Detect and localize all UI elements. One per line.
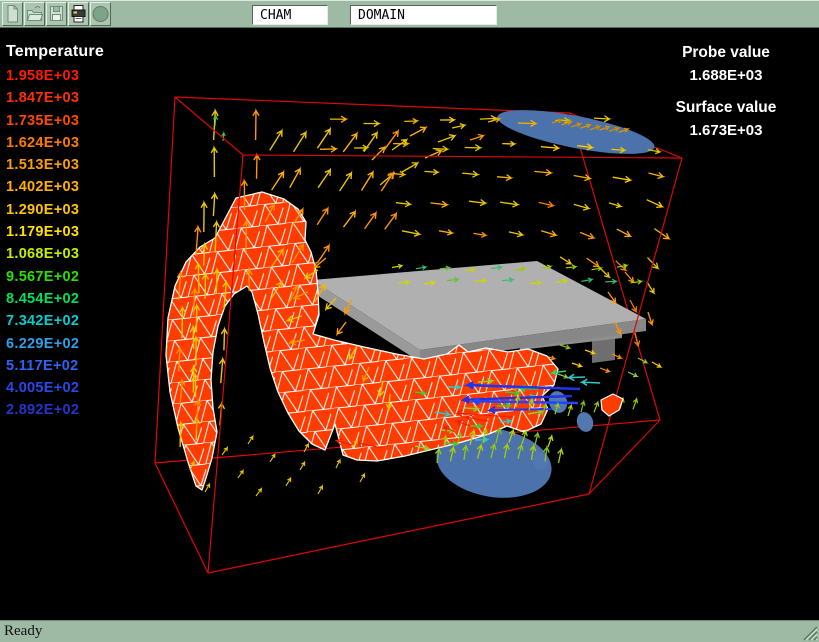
- record-icon: [91, 3, 110, 25]
- surface-value: 1.673E+03: [645, 122, 807, 139]
- save-icon: [47, 3, 66, 25]
- open-folder-icon: [25, 3, 44, 25]
- status-bar: Ready: [0, 620, 819, 642]
- legend-entry: 4.005E+02: [6, 380, 104, 402]
- legend-entry: 5.117E+02: [6, 358, 104, 380]
- viewport-3d[interactable]: Temperature 1.958E+031.847E+031.735E+031…: [0, 28, 819, 620]
- legend-entries: 1.958E+031.847E+031.735E+031.624E+031.51…: [6, 68, 104, 425]
- legend-entry: 1.958E+03: [6, 68, 104, 90]
- open-folder-button[interactable]: [24, 2, 45, 26]
- legend-entry: 1.513E+03: [6, 157, 104, 179]
- print-button[interactable]: [68, 2, 89, 26]
- temperature-legend: Temperature 1.958E+031.847E+031.735E+031…: [6, 43, 104, 425]
- probe-value: 1.688E+03: [645, 67, 807, 84]
- legend-entry: 8.454E+02: [6, 291, 104, 313]
- outlet-opening-top: [494, 101, 657, 163]
- cham-field[interactable]: CHAM: [252, 5, 328, 25]
- legend-entry: 2.892E+02: [6, 402, 104, 424]
- legend-entry: 7.342E+02: [6, 313, 104, 335]
- isosurface-fragment: [601, 394, 623, 416]
- legend-entry: 6.229E+02: [6, 336, 104, 358]
- status-text: Ready: [4, 623, 42, 639]
- surface-value-label: Surface value: [645, 99, 807, 117]
- domain-field[interactable]: DOMAIN: [350, 5, 497, 25]
- legend-entry: 1.179E+03: [6, 224, 104, 246]
- legend-entry: 9.567E+02: [6, 269, 104, 291]
- readouts: Probe value 1.688E+03 Surface value 1.67…: [645, 44, 807, 139]
- legend-entry: 1.624E+03: [6, 135, 104, 157]
- save-button[interactable]: [46, 2, 67, 26]
- legend-entry: 1.068E+03: [6, 246, 104, 268]
- new-document-button[interactable]: [2, 2, 23, 26]
- new-document-icon: [3, 3, 22, 25]
- toolbar: CHAM DOMAIN: [0, 0, 819, 28]
- resize-grip-icon[interactable]: [801, 624, 818, 641]
- app-window: CHAM DOMAIN: [0, 0, 819, 642]
- print-icon: [69, 3, 88, 25]
- legend-entry: 1.735E+03: [6, 113, 104, 135]
- legend-title: Temperature: [6, 43, 104, 61]
- legend-entry: 1.402E+03: [6, 179, 104, 201]
- legend-entry: 1.290E+03: [6, 202, 104, 224]
- record-button[interactable]: [90, 2, 111, 26]
- legend-entry: 1.847E+03: [6, 90, 104, 112]
- probe-value-label: Probe value: [645, 44, 807, 62]
